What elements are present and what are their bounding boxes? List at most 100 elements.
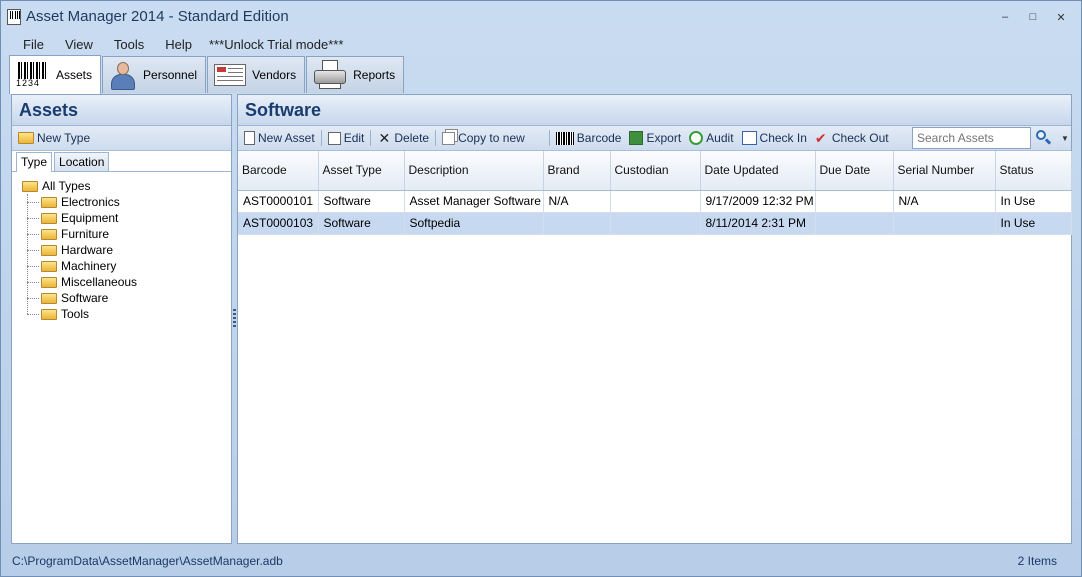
item-count: 2 Items bbox=[1017, 554, 1057, 568]
cell-barcode: AST0000103 bbox=[238, 212, 319, 235]
cell-date-updated: 8/11/2014 2:31 PM bbox=[700, 212, 816, 235]
tree-node-all-types[interactable]: All Types bbox=[22, 178, 231, 194]
tab-personnel-label: Personnel bbox=[143, 68, 198, 82]
search-icon[interactable] bbox=[1035, 129, 1052, 145]
module-tabs: 1234 Assets Personnel Vendors Reports bbox=[9, 55, 405, 94]
column-header-brand[interactable]: Brand bbox=[543, 151, 611, 191]
check-in-icon bbox=[741, 131, 757, 145]
tree-node-furniture[interactable]: Furniture bbox=[22, 226, 231, 242]
maximize-button[interactable]: □ bbox=[1019, 7, 1047, 27]
assets-table: Barcode Asset Type Description Brand Cus… bbox=[238, 151, 1072, 235]
cell-date-updated: 9/17/2009 12:32 PM bbox=[700, 190, 816, 213]
new-asset-button[interactable]: New Asset bbox=[240, 128, 319, 149]
edit-button[interactable]: Edit bbox=[324, 128, 369, 149]
table-row[interactable]: AST0000101 Software Asset Manager Softwa… bbox=[238, 190, 1072, 213]
barcode-button[interactable]: Barcode bbox=[552, 128, 626, 149]
assets-panel-title: Assets bbox=[12, 95, 231, 126]
tree-node-label: Hardware bbox=[61, 243, 114, 257]
printer-icon bbox=[313, 60, 347, 90]
export-icon bbox=[629, 131, 644, 145]
table-row[interactable]: AST0000103 Software Softpedia 8/11/2014 … bbox=[238, 212, 1072, 235]
tab-type[interactable]: Type bbox=[16, 152, 53, 172]
column-header-asset-type[interactable]: Asset Type bbox=[318, 151, 405, 191]
audit-button[interactable]: Audit bbox=[685, 128, 737, 149]
barcode-icon bbox=[555, 131, 574, 145]
menu-help[interactable]: Help bbox=[151, 37, 199, 52]
close-button[interactable]: ✕ bbox=[1047, 7, 1075, 27]
new-asset-label: New Asset bbox=[258, 131, 315, 145]
assets-list-panel: Software New Asset Edit ✕ Delete Copy to… bbox=[237, 94, 1072, 544]
menu-tools[interactable]: Tools bbox=[100, 37, 151, 52]
tree-node-label: Equipment bbox=[61, 211, 119, 225]
new-type-label: New Type bbox=[37, 131, 91, 145]
cell-due-date bbox=[815, 212, 894, 235]
export-label: Export bbox=[646, 131, 682, 145]
column-header-serial-number[interactable]: Serial Number bbox=[893, 151, 996, 191]
tree-node-software[interactable]: Software bbox=[22, 290, 231, 306]
tab-location[interactable]: Location bbox=[54, 152, 110, 171]
toolbar-separator bbox=[435, 130, 437, 146]
column-header-status[interactable]: Status bbox=[995, 151, 1072, 191]
panel-splitter-handle[interactable] bbox=[233, 309, 236, 329]
app-window: Asset Manager 2014 - Standard Edition – … bbox=[0, 0, 1082, 577]
column-header-custodian[interactable]: Custodian bbox=[610, 151, 701, 191]
tab-vendors-label: Vendors bbox=[252, 68, 297, 82]
tab-vendors[interactable]: Vendors bbox=[207, 56, 306, 93]
check-in-button[interactable]: Check In bbox=[738, 128, 811, 149]
edit-label: Edit bbox=[343, 131, 365, 145]
tab-assets[interactable]: 1234 Assets bbox=[9, 55, 102, 94]
tree-node-label: Miscellaneous bbox=[61, 275, 138, 289]
minimize-button[interactable]: – bbox=[991, 7, 1019, 27]
menu-unlock-trial[interactable]: ***Unlock Trial mode*** bbox=[199, 37, 350, 52]
cell-serial-number bbox=[893, 212, 996, 235]
folder-icon bbox=[41, 308, 57, 320]
new-folder-icon bbox=[18, 132, 34, 144]
tree-node-electronics[interactable]: Electronics bbox=[22, 194, 231, 210]
cell-serial-number: N/A bbox=[893, 190, 996, 213]
tree-node-hardware[interactable]: Hardware bbox=[22, 242, 231, 258]
menu-file[interactable]: File bbox=[9, 37, 51, 52]
tree-node-tools[interactable]: Tools bbox=[22, 306, 231, 322]
tree-node-miscellaneous[interactable]: Miscellaneous bbox=[22, 274, 231, 290]
tab-reports[interactable]: Reports bbox=[306, 56, 405, 93]
cell-custodian bbox=[610, 190, 701, 213]
tree-node-label: Software bbox=[61, 291, 109, 305]
folder-icon bbox=[41, 276, 57, 288]
check-out-icon: ✔ bbox=[814, 130, 827, 146]
column-header-due-date[interactable]: Due Date bbox=[815, 151, 894, 191]
column-header-date-updated[interactable]: Date Updated bbox=[700, 151, 816, 191]
cell-status: In Use bbox=[995, 190, 1072, 213]
table-header-row: Barcode Asset Type Description Brand Cus… bbox=[238, 151, 1072, 191]
export-button[interactable]: Export bbox=[625, 128, 685, 149]
delete-label: Delete bbox=[394, 131, 430, 145]
vendor-card-icon bbox=[214, 64, 247, 86]
folder-icon bbox=[41, 244, 57, 256]
search-assets-input[interactable] bbox=[912, 127, 1031, 149]
menu-view[interactable]: View bbox=[51, 37, 100, 52]
window-title: Asset Manager 2014 - Standard Edition bbox=[26, 8, 289, 25]
check-out-button[interactable]: ✔ Check Out bbox=[811, 128, 893, 149]
delete-button[interactable]: ✕ Delete bbox=[373, 128, 433, 149]
tree-node-machinery[interactable]: Machinery bbox=[22, 258, 231, 274]
cell-asset-type: Software bbox=[318, 212, 405, 235]
cell-status: In Use bbox=[995, 212, 1072, 235]
barcode-icon-digits: 1234 bbox=[16, 78, 41, 88]
cell-asset-type: Software bbox=[318, 190, 405, 213]
tree-node-equipment[interactable]: Equipment bbox=[22, 210, 231, 226]
folder-icon bbox=[41, 196, 57, 208]
toolbar-overflow-icon[interactable]: ▼ bbox=[1061, 134, 1069, 143]
new-type-button[interactable]: New Type bbox=[14, 128, 94, 149]
tree-node-label: All Types bbox=[42, 179, 91, 193]
cell-barcode: AST0000101 bbox=[238, 190, 319, 213]
title-bar[interactable]: Asset Manager 2014 - Standard Edition – … bbox=[1, 1, 1081, 33]
copy-to-new-button[interactable]: Copy to new bbox=[438, 128, 529, 149]
cell-brand bbox=[543, 212, 611, 235]
person-icon bbox=[109, 60, 137, 90]
status-bar: C:\ProgramData\AssetManager\AssetManager… bbox=[2, 550, 1080, 572]
tree-node-label: Machinery bbox=[61, 259, 117, 273]
column-header-description[interactable]: Description bbox=[404, 151, 544, 191]
audit-check-icon bbox=[689, 131, 704, 145]
column-header-barcode[interactable]: Barcode bbox=[238, 151, 319, 191]
asset-types-panel: Assets New Type Type Location All Types … bbox=[11, 94, 232, 544]
tab-personnel[interactable]: Personnel bbox=[102, 56, 207, 93]
